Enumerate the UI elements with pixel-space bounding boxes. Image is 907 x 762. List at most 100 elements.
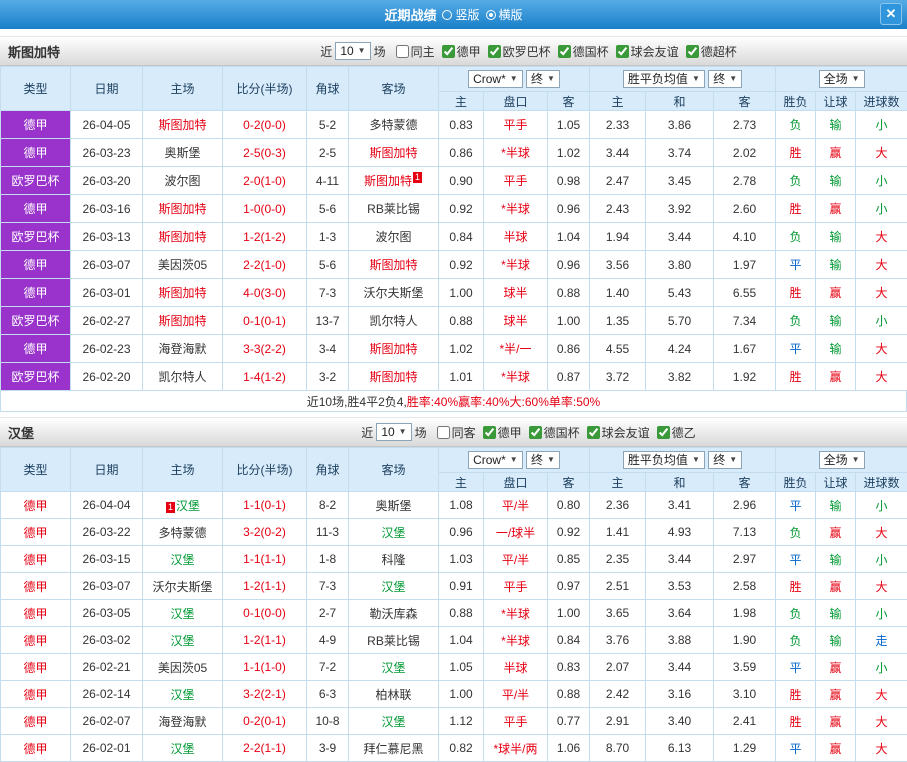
checkbox-input[interactable] — [587, 426, 600, 439]
team-name-cell[interactable]: 斯图加特 — [143, 195, 223, 223]
date-cell: 26-02-01 — [71, 735, 143, 762]
bookmaker-select[interactable]: Crow*▼ — [468, 451, 523, 469]
europe-stage-select[interactable]: 终▼ — [708, 70, 742, 88]
team-name-cell[interactable]: 美因茨05 — [143, 251, 223, 279]
filter-checkbox-0-4[interactable]: 球会友谊 — [616, 43, 679, 60]
league-cell: 德甲 — [1, 600, 71, 627]
checkbox-input[interactable] — [657, 426, 670, 439]
team-name-cell[interactable]: RB莱比锡 — [349, 627, 439, 654]
team-name-cell[interactable]: 斯图加特 — [349, 251, 439, 279]
team-name-cell[interactable]: 多特蒙德 — [143, 519, 223, 546]
team-name-cell[interactable]: 美因茨05 — [143, 654, 223, 681]
team-name-cell[interactable]: 斯图加特 — [143, 223, 223, 251]
date-cell: 26-04-04 — [71, 492, 143, 519]
checkbox-input[interactable] — [558, 45, 571, 58]
team-name-cell[interactable]: 汉堡 — [349, 573, 439, 600]
team-name-cell[interactable]: 斯图加特 — [349, 139, 439, 167]
filter-checkbox-0-1[interactable]: 德甲 — [442, 43, 481, 60]
team-name-cell[interactable]: 斯图加特 — [143, 111, 223, 139]
radio-circle-icon — [442, 10, 452, 20]
europe-draw-odds: 5.43 — [646, 279, 714, 307]
filter-checkbox-1-0[interactable]: 同客 — [437, 424, 476, 441]
team-name-cell[interactable]: 奥斯堡 — [349, 492, 439, 519]
close-icon[interactable]: ✕ — [880, 3, 902, 25]
europe-home-odds: 3.44 — [590, 139, 646, 167]
fullmatch-select[interactable]: 全场▼ — [819, 451, 865, 469]
europe-away-odds: 2.41 — [714, 708, 776, 735]
odds-stage-select[interactable]: 终▼ — [526, 451, 560, 469]
filter-checkbox-1-1[interactable]: 德甲 — [483, 424, 522, 441]
team-name-cell[interactable]: 多特蒙德 — [349, 111, 439, 139]
europe-home-odds: 2.47 — [590, 167, 646, 195]
select-value: Crow* — [473, 72, 506, 86]
checkbox-input[interactable] — [529, 426, 542, 439]
team-name-cell[interactable]: 汉堡 — [349, 654, 439, 681]
score-cell: 1-0(0-0) — [223, 195, 307, 223]
score-cell: 1-1(0-1) — [223, 492, 307, 519]
filter-checkbox-0-2[interactable]: 欧罗巴杯 — [488, 43, 551, 60]
team-name-cell[interactable]: 柏林联 — [349, 681, 439, 708]
filter-checkbox-0-0[interactable]: 同主 — [396, 43, 435, 60]
team-name-cell[interactable]: 凯尔特人 — [349, 307, 439, 335]
team-name-cell[interactable]: 沃尔夫斯堡 — [349, 279, 439, 307]
radio-horizontal-layout[interactable]: 横版 — [486, 6, 523, 23]
team-name-cell[interactable]: 拜仁慕尼黑 — [349, 735, 439, 762]
checkbox-input[interactable] — [488, 45, 501, 58]
checkbox-input[interactable] — [437, 426, 450, 439]
score-cell: 1-1(1-1) — [223, 546, 307, 573]
result-wdl: 负 — [776, 627, 816, 654]
checkbox-input[interactable] — [616, 45, 629, 58]
team-name-cell[interactable]: 海登海默 — [143, 708, 223, 735]
team-name-cell[interactable]: 汉堡 — [143, 681, 223, 708]
team-name-cell[interactable]: 汉堡 — [349, 708, 439, 735]
team-name-cell[interactable]: 汉堡 — [143, 735, 223, 762]
europe-home-odds: 2.07 — [590, 654, 646, 681]
result-goals: 小 — [856, 195, 907, 223]
asian-handicap: 半球 — [484, 654, 548, 681]
europe-odds-select[interactable]: 胜平负均值▼ — [623, 451, 705, 469]
filter-checkbox-1-3[interactable]: 球会友谊 — [587, 424, 650, 441]
team-name-cell[interactable]: 汉堡 — [349, 519, 439, 546]
filter-checkbox-0-3[interactable]: 德国杯 — [558, 43, 609, 60]
europe-stage-select[interactable]: 终▼ — [708, 451, 742, 469]
team-name-cell[interactable]: 沃尔夫斯堡 — [143, 573, 223, 600]
match-row: 欧罗巴杯26-02-20凯尔特人1-4(1-2)3-2斯图加特1.01*半球0.… — [1, 363, 907, 391]
checkbox-input[interactable] — [442, 45, 455, 58]
team-name-cell[interactable]: 汉堡 — [143, 627, 223, 654]
team-name-cell[interactable]: 奥斯堡 — [143, 139, 223, 167]
checkbox-input[interactable] — [483, 426, 496, 439]
team-name-cell[interactable]: 斯图加特 — [143, 279, 223, 307]
match-count-select[interactable]: 10 ▼ — [376, 423, 411, 441]
europe-home-odds: 3.65 — [590, 600, 646, 627]
team-name-cell[interactable]: 科隆 — [349, 546, 439, 573]
team-name-cell[interactable]: 斯图加特 — [349, 335, 439, 363]
filter-checkbox-0-5[interactable]: 德超杯 — [686, 43, 737, 60]
team-name-cell[interactable]: 汉堡 — [143, 600, 223, 627]
team-name-cell[interactable]: RB莱比锡 — [349, 195, 439, 223]
date-cell: 26-03-07 — [71, 251, 143, 279]
team-name-cell[interactable]: 斯图加特 — [349, 363, 439, 391]
filter-checkbox-1-2[interactable]: 德国杯 — [529, 424, 580, 441]
match-count-select[interactable]: 10 ▼ — [335, 42, 370, 60]
team-name-cell[interactable]: 波尔图 — [143, 167, 223, 195]
team-name-cell[interactable]: 海登海默 — [143, 335, 223, 363]
radio-vertical-layout[interactable]: 竖版 — [442, 6, 479, 23]
odds-stage-select[interactable]: 终▼ — [526, 70, 560, 88]
team-name-cell[interactable]: 勒沃库森 — [349, 600, 439, 627]
europe-odds-select[interactable]: 胜平负均值▼ — [623, 70, 705, 88]
team-name-cell[interactable]: 1汉堡 — [143, 492, 223, 519]
team-name-cell[interactable]: 斯图加特1 — [349, 167, 439, 195]
team-name-cell[interactable]: 凯尔特人 — [143, 363, 223, 391]
team-name-text: 多特蒙德 — [158, 526, 206, 540]
fullmatch-select[interactable]: 全场▼ — [819, 70, 865, 88]
date-cell: 26-04-05 — [71, 111, 143, 139]
team-name-cell[interactable]: 斯图加特 — [143, 307, 223, 335]
asian-handicap: *半/一 — [484, 335, 548, 363]
team-name-cell[interactable]: 波尔图 — [349, 223, 439, 251]
team-name-cell[interactable]: 汉堡 — [143, 546, 223, 573]
europe-draw-odds: 4.93 — [646, 519, 714, 546]
checkbox-input[interactable] — [686, 45, 699, 58]
bookmaker-select[interactable]: Crow*▼ — [468, 70, 523, 88]
checkbox-input[interactable] — [396, 45, 409, 58]
filter-checkbox-1-4[interactable]: 德乙 — [657, 424, 696, 441]
